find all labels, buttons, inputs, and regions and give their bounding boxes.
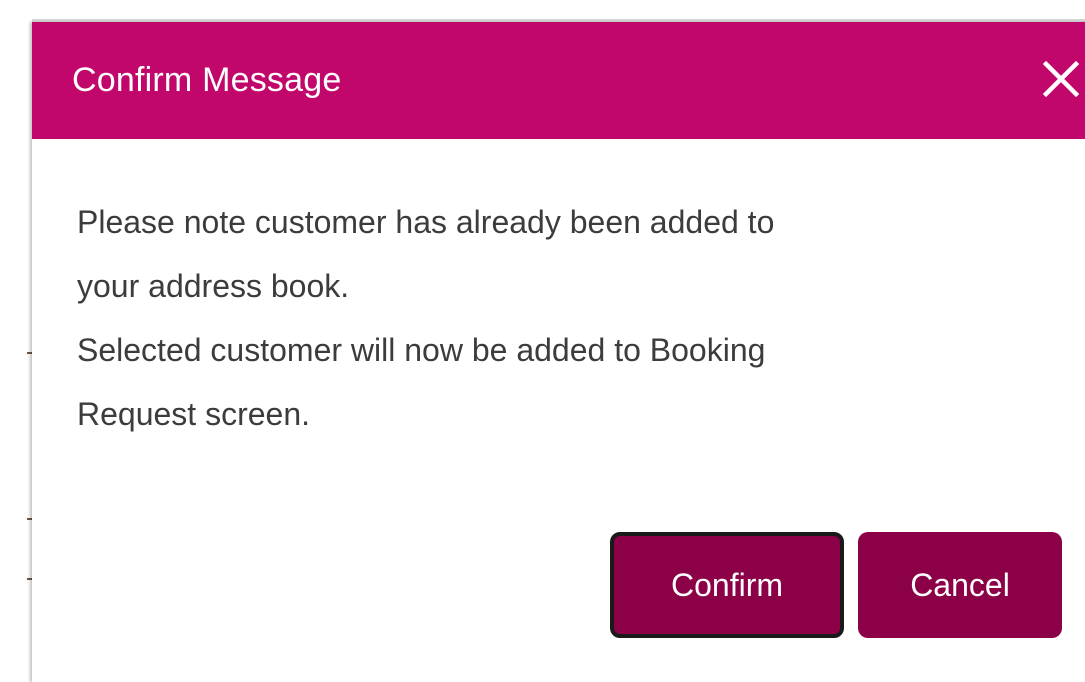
dialog-title: Confirm Message (72, 61, 342, 99)
message-line: Request screen. (77, 396, 311, 432)
message-line: Selected customer will now be added to B… (77, 332, 766, 368)
confirm-button[interactable]: Confirm (610, 532, 844, 638)
message-line: Please note customer has already been ad… (77, 204, 775, 240)
dialog-message: Please note customer has already been ad… (77, 190, 1037, 446)
cancel-button[interactable]: Cancel (858, 532, 1062, 638)
message-line: your address book. (77, 268, 350, 304)
dialog-header: Confirm Message (32, 22, 1085, 139)
close-icon (1042, 60, 1080, 98)
confirm-dialog: Confirm Message Please note customer has… (32, 22, 1085, 682)
close-button[interactable] (1036, 52, 1085, 106)
background-page-edge (0, 0, 32, 667)
